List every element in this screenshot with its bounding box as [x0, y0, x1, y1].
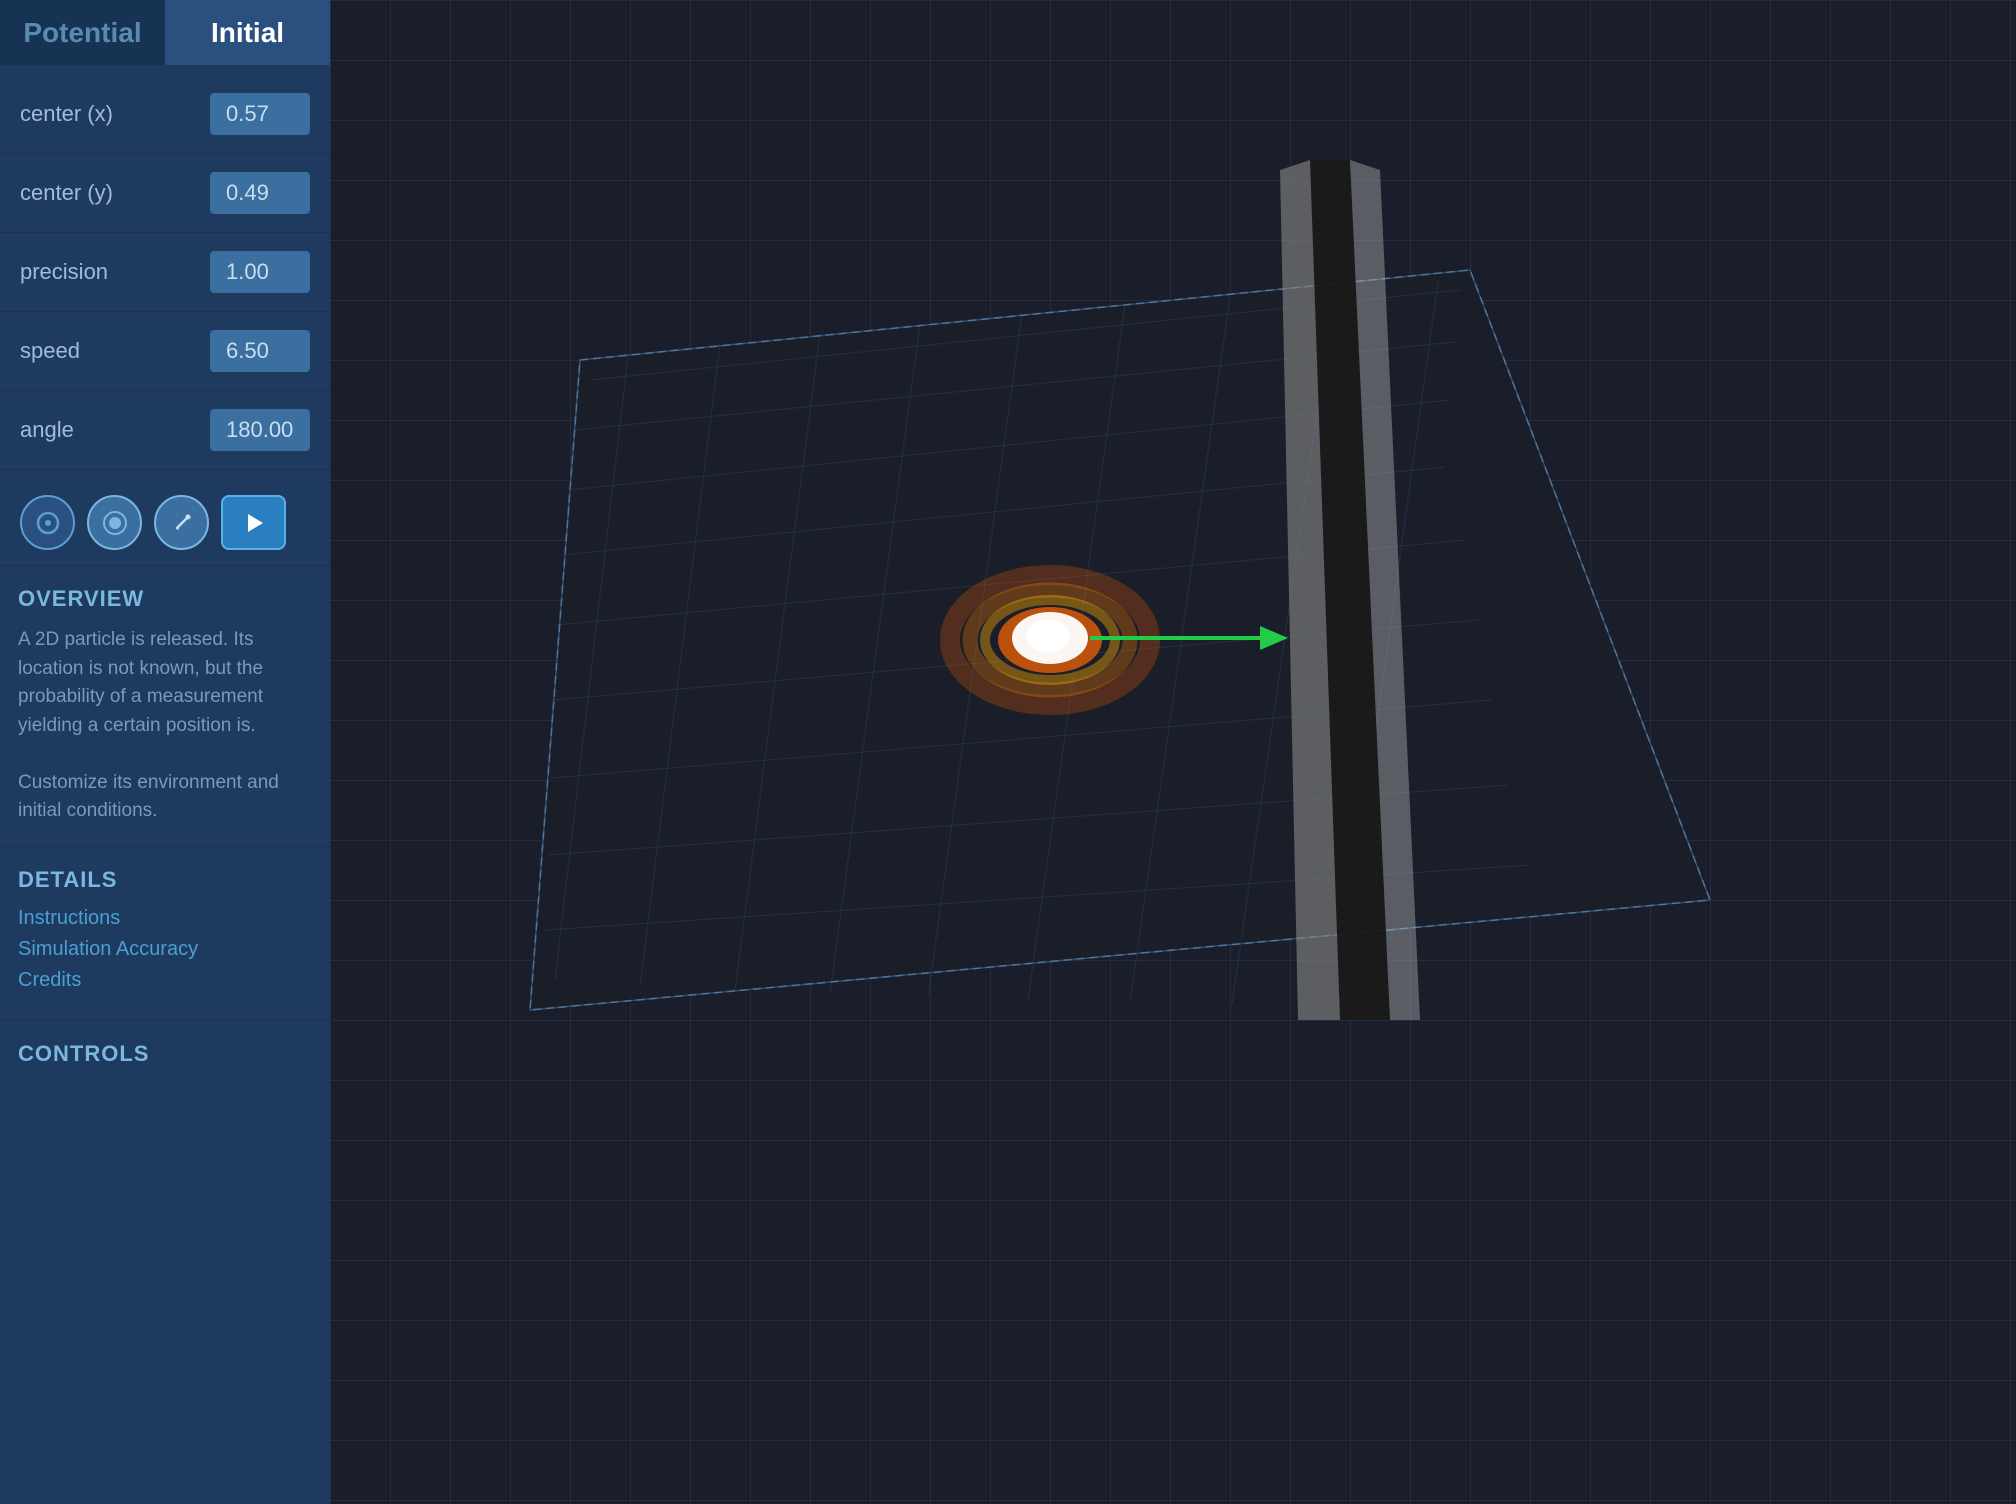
- edit-button[interactable]: [154, 495, 209, 550]
- instructions-link[interactable]: Instructions: [18, 907, 312, 930]
- viewport: [330, 0, 2016, 1504]
- param-value-precision[interactable]: 1.00: [210, 251, 310, 293]
- pencil-icon: [169, 510, 195, 536]
- add-circle-button[interactable]: [20, 495, 75, 550]
- param-label-speed: speed: [20, 338, 210, 364]
- tab-bar: Potential Initial: [0, 0, 330, 65]
- credits-link[interactable]: Credits: [18, 969, 312, 992]
- param-row-precision: precision 1.00: [0, 233, 330, 312]
- play-icon: [241, 510, 267, 536]
- simulation-accuracy-link[interactable]: Simulation Accuracy: [18, 938, 312, 961]
- controls-title: CONTROLS: [18, 1041, 312, 1067]
- 3d-scene: [330, 0, 2016, 1504]
- circle-solid-icon: [102, 510, 128, 536]
- play-button[interactable]: [221, 495, 286, 550]
- overview-title: OVERVIEW: [18, 586, 312, 612]
- param-row-speed: speed 6.50: [0, 312, 330, 391]
- circle-outline-icon: [35, 510, 61, 536]
- param-row-center-y: center (y) 0.49: [0, 154, 330, 233]
- param-value-center-y[interactable]: 0.49: [210, 172, 310, 214]
- param-value-speed[interactable]: 6.50: [210, 330, 310, 372]
- param-label-precision: precision: [20, 259, 210, 285]
- details-title: DETAILS: [18, 867, 312, 893]
- tab-potential[interactable]: Potential: [0, 0, 165, 65]
- controls-section: CONTROLS: [0, 1021, 330, 1101]
- param-value-angle[interactable]: 180.00: [210, 409, 310, 451]
- overview-section: OVERVIEW A 2D particle is released. Its …: [0, 566, 330, 847]
- select-circle-button[interactable]: [87, 495, 142, 550]
- details-section: DETAILS Instructions Simulation Accuracy…: [0, 847, 330, 1021]
- param-label-angle: angle: [20, 417, 210, 443]
- param-label-center-x: center (x): [20, 101, 210, 127]
- param-value-center-x[interactable]: 0.57: [210, 93, 310, 135]
- action-bar: [0, 480, 330, 566]
- param-row-center-x: center (x) 0.57: [0, 75, 330, 154]
- param-section: center (x) 0.57 center (y) 0.49 precisio…: [0, 65, 330, 480]
- sidebar: Potential Initial center (x) 0.57 center…: [0, 0, 330, 1504]
- param-label-center-y: center (y): [20, 180, 210, 206]
- tab-initial[interactable]: Initial: [165, 0, 330, 65]
- overview-text: A 2D particle is released. Its location …: [18, 626, 312, 826]
- param-row-angle: angle 180.00: [0, 391, 330, 470]
